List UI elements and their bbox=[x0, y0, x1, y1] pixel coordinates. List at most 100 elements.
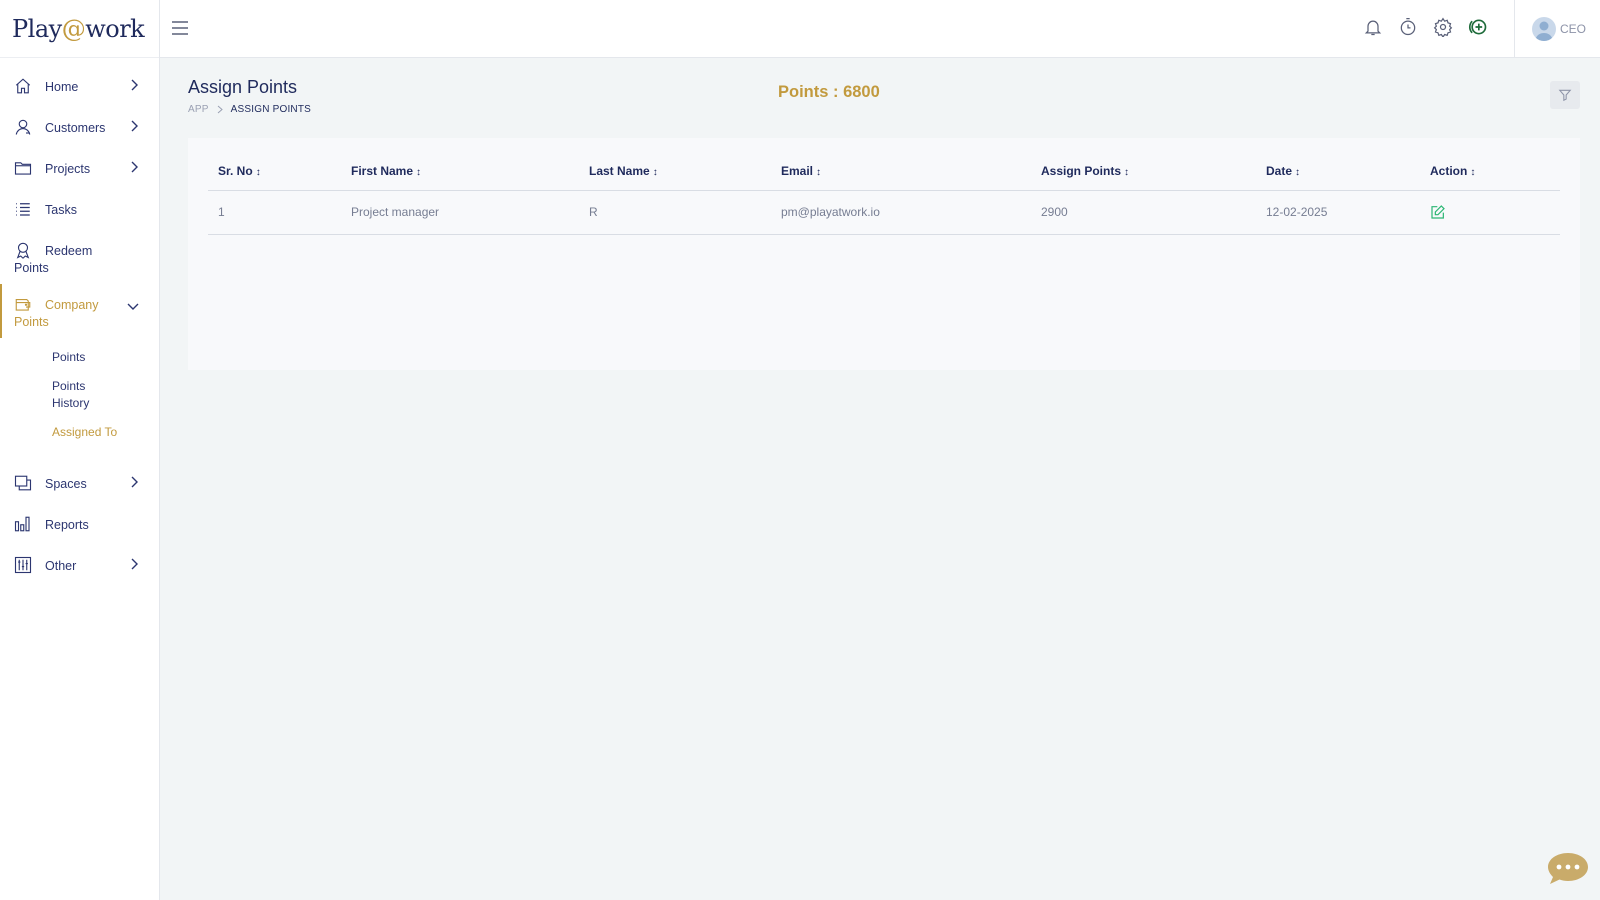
assign-points-table: Sr. No ↕ First Name ↕ Last Name ↕ Email ↕ As… bbox=[208, 152, 1560, 235]
chat-icon[interactable] bbox=[1546, 851, 1590, 887]
sidebar-item-label-line1: Company bbox=[45, 298, 99, 312]
sidebar-item-projects[interactable]: Projects bbox=[0, 148, 159, 189]
sidebar-item-label: Tasks bbox=[45, 203, 77, 217]
bell-icon[interactable] bbox=[1363, 17, 1383, 37]
user-menu[interactable]: CEO bbox=[1531, 17, 1586, 41]
submenu-item-points-history[interactable]: Points History bbox=[52, 378, 159, 412]
points-total: Points : 6800 bbox=[778, 83, 880, 101]
column-header-label: Assign Points bbox=[1041, 163, 1122, 178]
brand-logo[interactable]: Play @ work bbox=[0, 0, 159, 58]
sidebar-item-redeem-points[interactable]: Redeem Points bbox=[0, 230, 159, 284]
column-header-last-name[interactable]: Last Name ↕ bbox=[579, 152, 771, 191]
chevron-right-icon bbox=[131, 558, 138, 570]
logo-text-play: Play bbox=[12, 14, 62, 43]
sort-icon: ↕ bbox=[416, 166, 422, 178]
sidebar-item-label: Spaces bbox=[45, 477, 87, 491]
cell-sr-no: 1 bbox=[208, 190, 341, 235]
chevron-right-icon bbox=[131, 476, 138, 488]
add-circle-icon[interactable] bbox=[1468, 17, 1488, 37]
cell-first-name: Project manager bbox=[341, 190, 579, 235]
hamburger-menu-icon[interactable] bbox=[170, 18, 190, 38]
breadcrumb-app[interactable]: APP bbox=[188, 104, 209, 115]
sort-icon: ↕ bbox=[652, 166, 658, 178]
sort-icon: ↕ bbox=[1470, 166, 1476, 178]
table-row: 1 Project manager R pm@playatwork.io 290… bbox=[208, 190, 1560, 235]
sidebar-item-tasks[interactable]: Tasks bbox=[0, 189, 159, 230]
gear-icon[interactable] bbox=[1433, 17, 1453, 37]
page-title: Assign Points bbox=[188, 77, 298, 97]
filter-icon bbox=[1558, 89, 1572, 102]
avatar bbox=[1531, 17, 1556, 41]
top-header: CEO bbox=[160, 0, 1600, 58]
chevron-right-icon bbox=[131, 120, 138, 132]
user-avatar-icon bbox=[1534, 21, 1553, 41]
sidebar-item-company-points[interactable]: Company Points bbox=[0, 284, 159, 338]
sidebar-nav: Home Customers Projects Tasks Redeem Poi… bbox=[0, 58, 159, 338]
column-header-label: Email bbox=[781, 163, 814, 178]
table-header-row: Sr. No ↕ First Name ↕ Last Name ↕ Email ↕ As… bbox=[208, 152, 1560, 191]
column-header-first-name[interactable]: First Name ↕ bbox=[341, 152, 579, 191]
sliders-icon bbox=[14, 556, 32, 574]
sort-icon: ↕ bbox=[1124, 166, 1130, 178]
chevron-down-icon bbox=[127, 303, 139, 310]
sidebar-nav-lower: Spaces Reports Other bbox=[0, 463, 159, 586]
logo-text-work: work bbox=[85, 14, 145, 43]
sort-icon: ↕ bbox=[816, 166, 822, 178]
header-actions bbox=[1363, 17, 1488, 37]
sort-icon: ↕ bbox=[255, 166, 261, 178]
cell-email: pm@playatwork.io bbox=[771, 190, 1031, 235]
sidebar-item-label: Company Points bbox=[14, 297, 120, 331]
breadcrumb: APP ASSIGN POINTS bbox=[188, 104, 311, 115]
column-header-sr-no[interactable]: Sr. No ↕ bbox=[208, 152, 341, 191]
sort-icon: ↕ bbox=[1295, 166, 1301, 178]
column-header-label: Date bbox=[1266, 163, 1293, 178]
sidebar: Play @ work Home Customers Projects Tasks … bbox=[0, 0, 160, 900]
user-name: CEO bbox=[1559, 22, 1586, 36]
company-points-submenu: Points Points History Assigned To bbox=[0, 338, 159, 463]
sidebar-item-customers[interactable]: Customers bbox=[0, 107, 159, 148]
logo-text-at: @ bbox=[61, 14, 86, 43]
sidebar-item-label: Redeem Points bbox=[14, 243, 120, 277]
sidebar-item-label-line1: Redeem bbox=[45, 244, 93, 258]
column-header-label: Action bbox=[1430, 163, 1468, 178]
bar-chart-icon bbox=[14, 516, 30, 532]
breadcrumb-current: ASSIGN POINTS bbox=[230, 104, 312, 115]
sidebar-item-other[interactable]: Other bbox=[0, 545, 159, 586]
award-icon bbox=[16, 242, 30, 259]
customers-icon bbox=[15, 119, 31, 135]
cell-last-name: R bbox=[579, 190, 771, 235]
breadcrumb-separator-icon bbox=[217, 105, 223, 114]
wallet-icon bbox=[15, 298, 31, 311]
cell-action bbox=[1420, 190, 1560, 235]
sidebar-item-label: Projects bbox=[45, 162, 91, 176]
filter-button[interactable] bbox=[1550, 81, 1580, 109]
sidebar-item-reports[interactable]: Reports bbox=[0, 504, 159, 545]
sidebar-item-label: Customers bbox=[45, 121, 106, 135]
submenu-item-points[interactable]: Points bbox=[52, 349, 159, 366]
submenu-label-line1: Points bbox=[52, 379, 86, 393]
cell-assign-points: 2900 bbox=[1031, 190, 1256, 235]
edit-icon[interactable] bbox=[1430, 204, 1446, 220]
sidebar-item-label-line2: Points bbox=[14, 261, 49, 275]
chevron-right-icon bbox=[131, 161, 138, 173]
sidebar-item-label: Home bbox=[45, 80, 79, 94]
header-divider bbox=[1514, 0, 1515, 58]
spaces-icon bbox=[14, 475, 32, 491]
sidebar-item-label-line2: Points bbox=[14, 315, 49, 329]
column-header-assign-points[interactable]: Assign Points ↕ bbox=[1031, 152, 1256, 191]
column-header-email[interactable]: Email ↕ bbox=[771, 152, 1031, 191]
column-header-label: First Name bbox=[351, 163, 414, 178]
sidebar-item-label: Other bbox=[45, 559, 77, 573]
list-icon bbox=[16, 203, 30, 216]
column-header-action[interactable]: Action ↕ bbox=[1420, 152, 1560, 191]
timer-icon[interactable] bbox=[1398, 17, 1418, 37]
column-header-date[interactable]: Date ↕ bbox=[1256, 152, 1420, 191]
sidebar-item-home[interactable]: Home bbox=[0, 66, 159, 107]
cell-date: 12-02-2025 bbox=[1256, 190, 1420, 235]
sidebar-item-spaces[interactable]: Spaces bbox=[0, 463, 159, 504]
column-header-label: Sr. No bbox=[218, 163, 253, 178]
assign-points-table-card: Sr. No ↕ First Name ↕ Last Name ↕ Email ↕ As… bbox=[188, 138, 1580, 370]
home-icon bbox=[15, 78, 31, 94]
chevron-right-icon bbox=[131, 79, 138, 91]
submenu-item-assigned-to[interactable]: Assigned To bbox=[52, 424, 159, 441]
